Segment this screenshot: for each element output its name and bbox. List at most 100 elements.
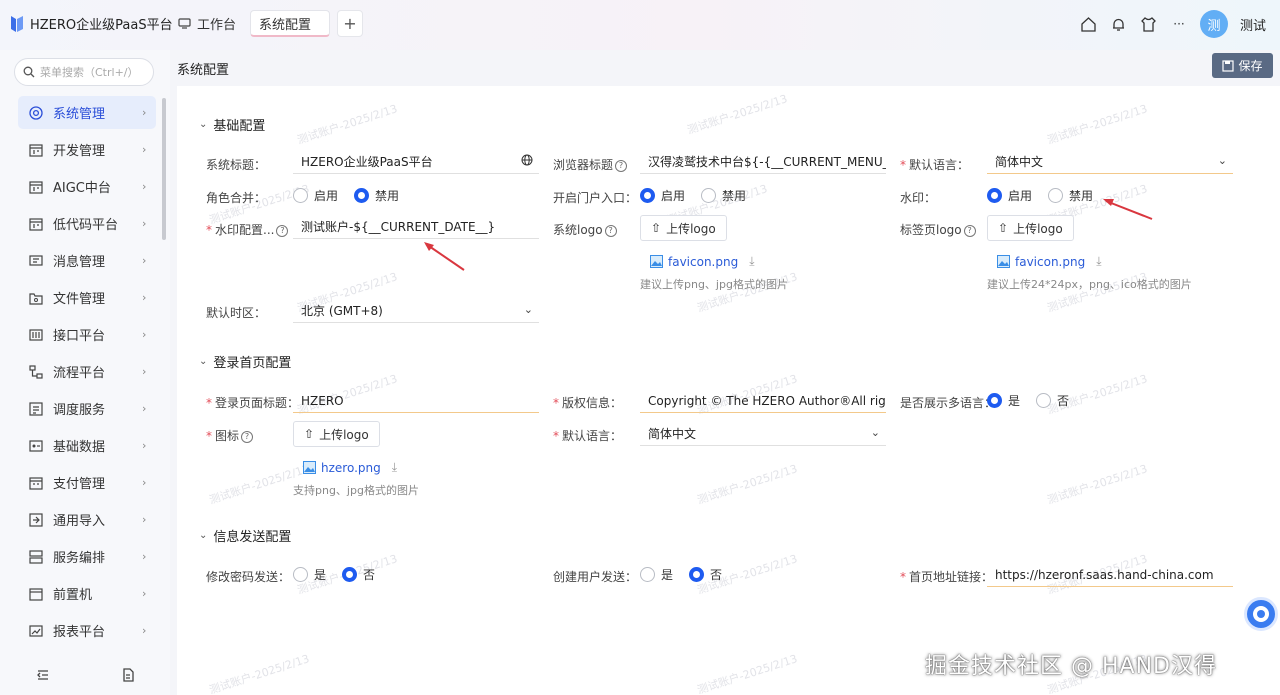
role-merge-disable-option[interactable]: 禁用 (354, 187, 399, 204)
icon-file[interactable]: hzero.png ⤓ (303, 460, 397, 475)
watermark: 测试账户-2025/2/13 (1045, 462, 1149, 507)
radio-button[interactable] (1048, 188, 1064, 203)
copyright-field[interactable]: Copyright © The HZERO Author®All rights … (640, 389, 886, 413)
download-icon[interactable]: ⤓ (1096, 254, 1101, 269)
sidebar-item-label: 前置机 (53, 588, 93, 603)
sidebar-item-system-management[interactable]: 系统管理 › (18, 96, 156, 129)
help-icon[interactable]: ? (604, 224, 617, 237)
tab-logo-upload-button[interactable]: ⇧ 上传logo (987, 215, 1074, 241)
sidebar-item-orchestration[interactable]: 服务编排 › (18, 540, 156, 573)
create-user-yes-option[interactable]: 是 (640, 566, 673, 583)
brand[interactable]: HZERO企业级PaaS平台 (10, 14, 173, 33)
user-name[interactable]: 测试 (1240, 15, 1266, 34)
sys-logo-upload-button[interactable]: ⇧ 上传logo (640, 215, 727, 241)
pwd-change-yes-option[interactable]: 是 (293, 566, 326, 583)
login-title-field[interactable]: HZERO (293, 389, 539, 413)
watermark: 测试账户-2025/2/13 (295, 102, 399, 147)
save-button[interactable]: 保存 (1212, 53, 1273, 78)
tab-logo-hint: 建议上传24*24px，png、ico格式的图片 (987, 278, 1192, 291)
sidebar-item-payment[interactable]: 支付管理 › (18, 466, 156, 499)
download-icon[interactable]: ⤓ (749, 254, 754, 269)
home-link-field[interactable]: https://hzeronf.saas.hand-china.com (987, 563, 1233, 587)
login-title-value: HZERO (301, 393, 344, 408)
globe-icon[interactable] (521, 154, 533, 169)
tab-system-config[interactable]: 系统配置 (250, 10, 330, 37)
radio-button[interactable] (293, 567, 308, 582)
folder-icon (29, 292, 43, 305)
section-basic-config[interactable]: ⌄ 基础配置 (199, 115, 265, 134)
portal-enable-option[interactable]: 启用 (640, 187, 685, 204)
home-link-label: * 首页地址链接： (900, 570, 994, 584)
tab-workbench[interactable]: 工作台 (170, 10, 244, 37)
calendar-icon (29, 217, 43, 231)
search-input[interactable] (40, 65, 140, 79)
radio-button[interactable] (293, 188, 308, 203)
radio-button[interactable] (689, 567, 705, 582)
menu-search[interactable] (14, 58, 154, 86)
payment-icon (29, 476, 43, 490)
login-default-lang-label: * 默认语言： (553, 429, 623, 443)
radio-button[interactable] (1036, 393, 1052, 408)
timezone-value: 北京 (GMT+8) (301, 304, 383, 318)
browser-title-value: 汉得凌鹫技术中台${-{__CURRENT_MENU_ (648, 155, 886, 169)
tab-logo-file[interactable]: favicon.png ⤓ (997, 254, 1102, 269)
radio-button[interactable] (987, 393, 1002, 408)
section-login-config[interactable]: ⌄ 登录首页配置 (199, 352, 291, 371)
app-title: HZERO企业级PaaS平台 (30, 18, 173, 33)
document-icon[interactable] (121, 667, 135, 685)
portal-disable-option[interactable]: 禁用 (701, 187, 746, 204)
sidebar-item-file[interactable]: 文件管理 › (18, 281, 156, 314)
browser-title-field[interactable]: 汉得凌鹫技术中台${-{__CURRENT_MENU_ (640, 150, 886, 174)
help-icon[interactable]: ? (615, 159, 628, 172)
help-icon[interactable]: ? (963, 224, 976, 237)
radio-button[interactable] (701, 188, 717, 203)
save-icon (1222, 59, 1235, 72)
sidebar-item-message[interactable]: 消息管理 › (18, 244, 156, 277)
sys-logo-file[interactable]: favicon.png ⤓ (650, 254, 755, 269)
collapse-menu-icon[interactable] (36, 668, 50, 685)
sidebar-item-schedule[interactable]: 调度服务 › (18, 392, 156, 425)
sidebar-item-dev-management[interactable]: 开发管理 › (18, 133, 156, 166)
login-title-label: * 登录页面标题： (206, 396, 300, 410)
add-tab-button[interactable]: + (337, 10, 363, 37)
default-lang-select[interactable]: 简体中文 ⌄ (987, 150, 1233, 174)
section-message-config[interactable]: ⌄ 信息发送配置 (199, 526, 291, 545)
sidebar-item-api[interactable]: 接口平台 › (18, 318, 156, 351)
radio-button[interactable] (987, 188, 1002, 203)
watermark-enable-option[interactable]: 启用 (987, 187, 1032, 204)
sidebar-scrollbar[interactable] (162, 98, 166, 240)
sidebar-item-basic-data[interactable]: 基础数据 › (18, 429, 156, 462)
radio-button[interactable] (640, 567, 655, 582)
create-user-send-label: 创建用户发送： (553, 570, 638, 584)
watermark-disable-option[interactable]: 禁用 (1048, 187, 1093, 204)
multi-lang-yes-option[interactable]: 是 (987, 392, 1020, 409)
radio-button[interactable] (640, 188, 655, 203)
help-icon[interactable]: ? (241, 430, 254, 443)
create-user-no-option[interactable]: 否 (689, 566, 722, 583)
sidebar-item-flow[interactable]: 流程平台 › (18, 355, 156, 388)
radio-button[interactable] (342, 567, 358, 582)
download-icon[interactable]: ⤓ (392, 460, 397, 475)
role-merge-enable-option[interactable]: 启用 (293, 187, 338, 204)
sidebar-item-import[interactable]: 通用导入 › (18, 503, 156, 536)
sidebar-item-lowcode[interactable]: 低代码平台 › (18, 207, 156, 240)
help-icon[interactable]: ? (276, 224, 289, 237)
icon-upload-button[interactable]: ⇧ 上传logo (293, 421, 380, 447)
bell-icon[interactable] (1110, 15, 1128, 33)
avatar[interactable]: 测 (1199, 10, 1228, 38)
sys-title-field[interactable]: HZERO企业级PaaS平台 (293, 150, 539, 174)
more-icon[interactable]: ··· (1170, 15, 1188, 33)
radio-button[interactable] (354, 188, 370, 203)
sidebar-item-frontend-server[interactable]: 前置机 › (18, 577, 156, 610)
data-icon (29, 439, 43, 452)
theme-icon[interactable] (1140, 15, 1158, 33)
multi-lang-no-option[interactable]: 否 (1036, 392, 1069, 409)
sidebar-item-report[interactable]: 报表平台 › (18, 614, 156, 647)
sidebar-item-aigc[interactable]: AIGC中台 › (18, 170, 156, 203)
watermark-config-field[interactable]: 测试账户-${__CURRENT_DATE__} (293, 215, 539, 239)
login-default-lang-select[interactable]: 简体中文 ⌄ (640, 422, 886, 446)
floating-assistant-button[interactable] (1244, 597, 1278, 631)
home-icon[interactable] (1080, 15, 1098, 33)
pwd-change-no-option[interactable]: 否 (342, 566, 375, 583)
timezone-select[interactable]: 北京 (GMT+8) ⌄ (293, 299, 539, 323)
